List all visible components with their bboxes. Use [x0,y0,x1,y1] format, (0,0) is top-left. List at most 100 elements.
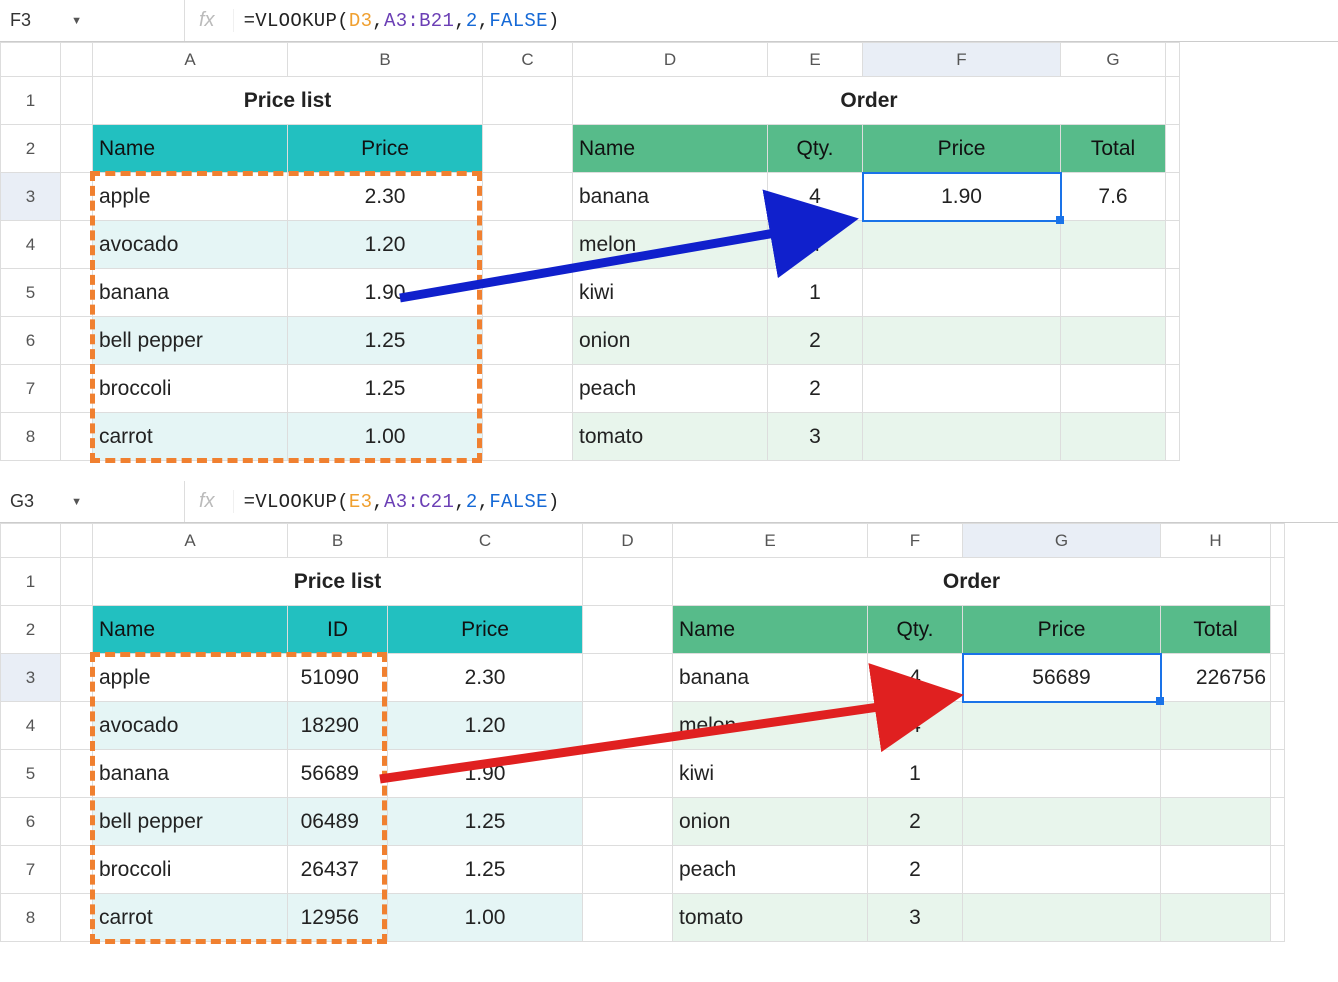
table-row[interactable]: 1.25 [288,365,483,413]
table-row[interactable]: 2 [868,846,963,894]
active-cell[interactable]: 56689 [963,654,1161,702]
table-row[interactable]: broccoli [93,365,288,413]
order-title[interactable]: Order [673,558,1271,606]
table-row[interactable]: 26437 [288,846,388,894]
price-list-title[interactable]: Price list [93,77,483,125]
table-row[interactable] [1061,221,1166,269]
row-1[interactable]: 1 [1,77,61,125]
table-row[interactable]: 1.90 [388,750,583,798]
table-row[interactable]: banana [573,173,768,221]
table-row[interactable]: 4 [868,702,963,750]
table-row[interactable] [863,269,1061,317]
table-row[interactable]: 1.00 [388,894,583,942]
column-headers[interactable]: A B C D E F G [1,43,1180,77]
table-row[interactable]: 3 [868,894,963,942]
hdr-price[interactable]: Price [388,606,583,654]
col-E[interactable]: E [768,43,863,77]
order-title[interactable]: Order [573,77,1166,125]
fill-handle[interactable] [1156,697,1164,705]
formula-input[interactable]: =VLOOKUP(D3,A3:B21,2,FALSE) [234,10,560,32]
table-row[interactable] [963,750,1161,798]
hdr-total[interactable]: Total [1061,125,1166,173]
select-all-corner[interactable] [1,524,61,558]
table-row[interactable]: peach [573,365,768,413]
table-row[interactable]: avocado [93,702,288,750]
table-row[interactable] [863,317,1061,365]
col-B[interactable]: B [288,524,388,558]
hdr-name[interactable]: Name [93,125,288,173]
table-row[interactable]: 51090 [288,654,388,702]
table-row[interactable] [1061,317,1166,365]
table-row[interactable]: carrot [93,413,288,461]
table-row[interactable]: peach [673,846,868,894]
row-8[interactable]: 8 [1,413,61,461]
col-E[interactable]: E [673,524,868,558]
col-A[interactable]: A [93,43,288,77]
table-row[interactable] [863,221,1061,269]
table-row[interactable]: 12956 [288,894,388,942]
chevron-down-icon[interactable]: ▼ [71,496,82,508]
table-row[interactable]: banana [673,654,868,702]
grid[interactable]: A B C D E F G H 1 Price list Order 2 Nam… [0,523,1285,942]
table-row[interactable]: apple [93,654,288,702]
table-row[interactable]: melon [673,702,868,750]
table-row[interactable]: 2 [868,798,963,846]
formula-input[interactable]: =VLOOKUP(E3,A3:C21,2,FALSE) [234,491,560,513]
table-row[interactable]: banana [93,269,288,317]
col-A[interactable]: A [93,524,288,558]
fx-icon[interactable]: fx [185,490,234,513]
col-B[interactable]: B [288,43,483,77]
table-row[interactable]: banana [93,750,288,798]
col-D[interactable]: D [573,43,768,77]
col-D[interactable]: D [583,524,673,558]
table-row[interactable] [963,702,1161,750]
table-row[interactable]: tomato [673,894,868,942]
table-row[interactable] [1161,846,1271,894]
hdr-order-name[interactable]: Name [573,125,768,173]
hdr-order-price[interactable]: Price [963,606,1161,654]
table-row[interactable]: 1.20 [288,221,483,269]
row-6[interactable]: 6 [1,317,61,365]
table-row[interactable]: 1.25 [388,846,583,894]
table-row[interactable]: 06489 [288,798,388,846]
row-7[interactable]: 7 [1,365,61,413]
table-row[interactable] [1161,798,1271,846]
table-row[interactable]: avocado [93,221,288,269]
table-row[interactable]: 1 [868,750,963,798]
table-row[interactable]: 1 [768,269,863,317]
row-4[interactable]: 4 [1,702,61,750]
fill-handle[interactable] [1056,216,1064,224]
name-box[interactable]: G3 ▼ [0,481,90,522]
table-row[interactable]: melon [573,221,768,269]
hdr-qty[interactable]: Qty. [768,125,863,173]
column-headers[interactable]: A B C D E F G H [1,524,1285,558]
table-row[interactable] [1061,365,1166,413]
col-C[interactable]: C [483,43,573,77]
hdr-total[interactable]: Total [1161,606,1271,654]
col-G[interactable]: G [1061,43,1166,77]
table-row[interactable] [1161,750,1271,798]
hdr-order-price[interactable]: Price [863,125,1061,173]
table-row[interactable] [1161,702,1271,750]
row-3[interactable]: 3 [1,173,61,221]
table-row[interactable]: 2 [768,317,863,365]
row-3[interactable]: 3 [1,654,61,702]
name-box[interactable]: F3 ▼ [0,0,90,41]
table-row[interactable]: 7.6 [1061,173,1166,221]
table-row[interactable]: 4 [768,221,863,269]
table-row[interactable] [963,798,1161,846]
row-5[interactable]: 5 [1,750,61,798]
table-row[interactable]: kiwi [573,269,768,317]
table-row[interactable]: 2 [768,365,863,413]
table-row[interactable] [863,365,1061,413]
fx-icon[interactable]: fx [185,9,234,32]
table-row[interactable]: 3 [768,413,863,461]
row-8[interactable]: 8 [1,894,61,942]
row-2[interactable]: 2 [1,125,61,173]
table-row[interactable]: 1.90 [288,269,483,317]
hdr-name[interactable]: Name [93,606,288,654]
table-row[interactable]: onion [673,798,868,846]
hdr-price[interactable]: Price [288,125,483,173]
hdr-qty[interactable]: Qty. [868,606,963,654]
table-row[interactable]: bell pepper [93,317,288,365]
